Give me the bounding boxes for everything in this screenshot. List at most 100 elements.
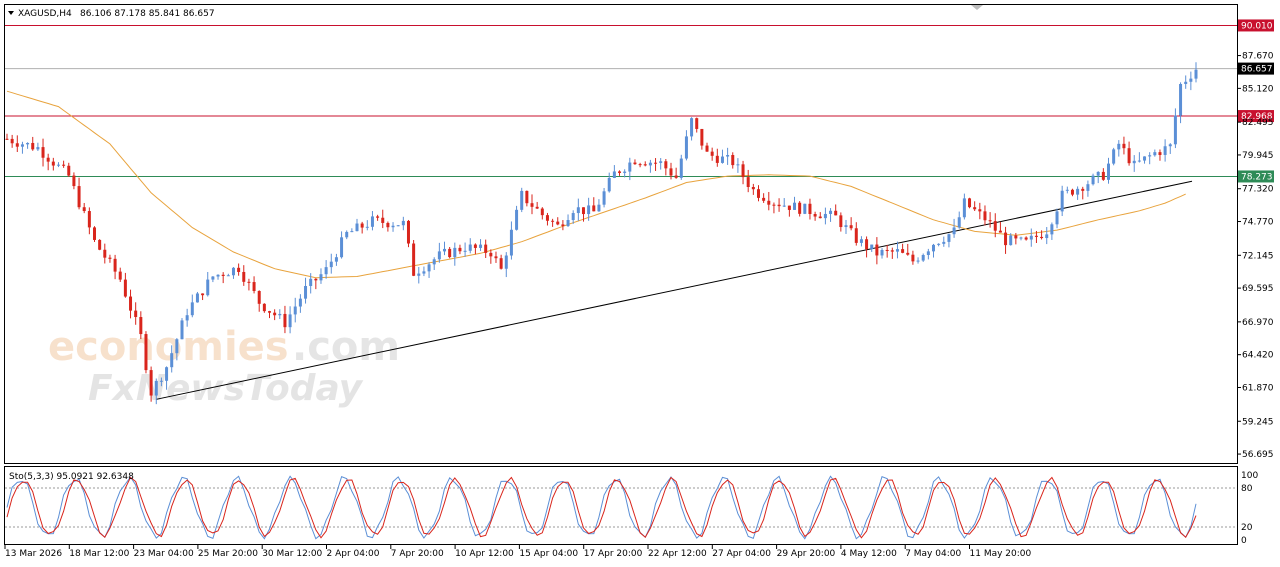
candle	[561, 220, 565, 231]
candle	[118, 267, 122, 282]
candle	[1050, 222, 1054, 240]
candle	[1163, 139, 1167, 162]
price-chart[interactable]: economies .com FxNewsToday 90.010 86.657 8…	[0, 0, 1280, 567]
candle-body	[1050, 224, 1054, 235]
price-tick-label: 59.245	[1242, 417, 1274, 427]
price-tick-label: 61.870	[1242, 383, 1274, 393]
candle-body	[906, 252, 910, 255]
candle-body	[504, 255, 508, 269]
candle	[870, 244, 874, 252]
triangle-down-icon[interactable]	[8, 11, 14, 15]
time-tick-label: 29 Apr 20:00	[777, 549, 836, 559]
candle	[72, 172, 76, 190]
candle-body	[427, 264, 431, 272]
candle-body	[545, 215, 549, 221]
candle-body	[782, 205, 786, 207]
candle	[679, 154, 683, 180]
candle-body	[1086, 184, 1090, 191]
candle-body	[72, 175, 76, 187]
price-tick-label: 79.945	[1242, 151, 1274, 161]
candle-body	[468, 244, 472, 251]
candle-body	[51, 161, 55, 166]
candle	[273, 309, 277, 321]
candle	[885, 244, 889, 258]
candle-body	[1101, 171, 1105, 180]
candle-body	[304, 285, 308, 299]
candle-body	[921, 254, 925, 261]
candle	[576, 198, 580, 221]
candle-body	[937, 243, 941, 245]
price-tick-label: 87.670	[1242, 52, 1274, 62]
candle-body	[278, 313, 282, 316]
candle	[1189, 71, 1193, 91]
candle	[1081, 186, 1085, 200]
candle	[345, 230, 349, 240]
candle	[983, 205, 987, 226]
candle-body	[473, 244, 477, 248]
candle	[1194, 62, 1198, 83]
candle-body	[1168, 144, 1172, 147]
candle-body	[772, 204, 776, 206]
candle-body	[911, 254, 915, 262]
candle-body	[41, 147, 45, 158]
candle-body	[654, 162, 658, 164]
candle-body	[968, 198, 972, 208]
candle	[968, 197, 972, 209]
price-tick-label: 69.595	[1242, 284, 1274, 294]
candle-body	[998, 230, 1002, 233]
candle-body	[31, 142, 35, 150]
time-tick-label: 25 Mar 20:00	[198, 549, 258, 559]
candle-body	[1127, 148, 1131, 164]
time-tick-label: 18 Mar 12:00	[69, 549, 129, 559]
candle-body	[849, 225, 853, 229]
candle	[484, 239, 488, 258]
candle	[103, 243, 107, 264]
candle	[566, 214, 570, 227]
candle-body	[165, 367, 169, 381]
candle	[803, 203, 807, 215]
candle-body	[664, 161, 668, 169]
candle	[911, 250, 915, 265]
candle	[875, 237, 879, 265]
candle-body	[118, 271, 122, 280]
candle	[1117, 140, 1121, 157]
candle-body	[1019, 237, 1023, 239]
candle-body	[885, 249, 889, 251]
time-tick-label: 13 Mar 2026	[5, 549, 62, 559]
candle-body	[1163, 146, 1167, 155]
candle	[268, 310, 272, 319]
ascending-trendline[interactable]	[156, 180, 1193, 400]
candle	[515, 205, 519, 231]
candle	[741, 160, 745, 185]
candle	[695, 117, 699, 133]
candle	[1091, 173, 1095, 186]
candle-body	[870, 244, 874, 250]
candle	[1179, 82, 1183, 124]
candle-body	[690, 118, 694, 137]
candle-body	[520, 190, 524, 210]
candle-body	[1055, 211, 1059, 225]
candle-body	[273, 312, 277, 316]
candle-body	[844, 225, 848, 228]
candle-body	[309, 278, 313, 286]
candle-body	[540, 208, 544, 216]
candle	[767, 191, 771, 211]
watermark: economies .com FxNewsToday	[48, 324, 400, 409]
candle-body	[376, 216, 380, 218]
candle	[998, 221, 1002, 233]
candle-body	[890, 250, 894, 252]
chart-shift-marker[interactable]	[971, 5, 983, 10]
candle-body	[175, 339, 179, 354]
candle	[463, 242, 467, 257]
level-label-78.273: 78.273	[1241, 172, 1273, 182]
candle	[865, 236, 869, 258]
candle	[479, 239, 483, 251]
candle	[978, 202, 982, 220]
candle	[448, 247, 452, 259]
candle-body	[139, 317, 143, 335]
candle-body	[108, 257, 112, 259]
candle	[607, 172, 611, 193]
candle	[443, 241, 447, 256]
candle	[1184, 75, 1188, 89]
candle-body	[170, 353, 174, 368]
